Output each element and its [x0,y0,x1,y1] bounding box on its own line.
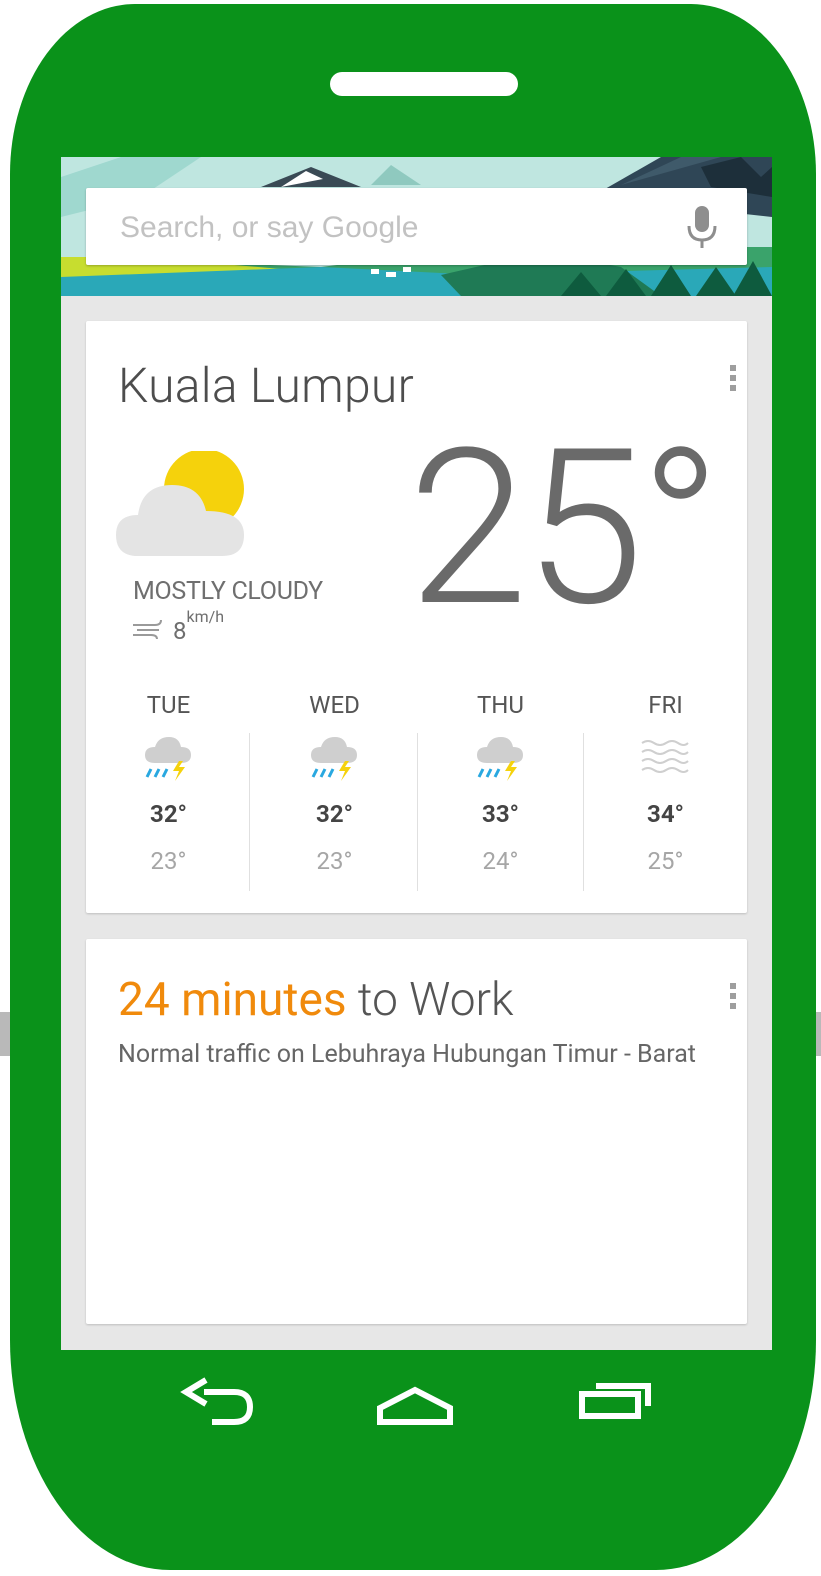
back-button-icon[interactable] [172,1370,262,1430]
thunderstorm-icon [145,737,191,781]
forecast-day[interactable]: TUE 32° 23° [86,689,251,889]
commute-destination: to Work [346,973,514,1027]
forecast-low: 24° [482,847,519,875]
weather-condition: MOSTLY CLOUDY [133,577,323,606]
forecast-low: 23° [150,847,187,875]
phone-screen: Kuala Lumpur 25° MOSTLY CLOUDY 8km/h TUE [61,157,772,1350]
forecast-high: 33° [482,800,519,828]
forecast-day-name: TUE [146,691,191,719]
current-temperature: 25° [408,402,721,655]
forecast-day[interactable]: THU 33° 24° [418,689,583,889]
landscape-banner [61,157,772,296]
weather-card[interactable]: Kuala Lumpur 25° MOSTLY CLOUDY 8km/h TUE [86,321,747,913]
wind-value: 8 [173,617,187,645]
forecast-day[interactable]: FRI 34° 25° [583,689,748,889]
forecast-high: 32° [316,800,353,828]
weather-city: Kuala Lumpur [118,357,415,414]
mostly-cloudy-icon [116,451,244,556]
phone-speaker [330,72,518,96]
commute-duration: 24 minutes [118,973,347,1027]
search-input[interactable] [118,188,662,267]
commute-title: 24 minutes to Work [118,973,514,1027]
commute-menu-icon[interactable] [729,983,737,1013]
forecast-day-name: FRI [648,691,683,719]
wind-unit: km/h [186,607,225,626]
wind-icon [133,619,162,639]
weather-menu-icon[interactable] [729,365,737,395]
commute-description: Normal traffic on Lebuhraya Hubungan Tim… [118,1040,696,1069]
forecast-day-name: WED [309,691,360,719]
forecast-low: 23° [316,847,353,875]
thunderstorm-icon [311,737,357,781]
forecast-day-name: THU [476,691,524,719]
forecast-low: 25° [647,847,684,875]
microphone-icon[interactable] [685,206,719,250]
recent-apps-button-icon[interactable] [570,1370,660,1430]
forecast-row: TUE 32° 23° WED 32° 23° THU 33° 24° FRI … [86,689,748,891]
search-bar[interactable] [86,188,747,267]
navigation-bar [0,1350,821,1460]
forecast-high: 34° [647,800,684,828]
forecast-divider [249,733,250,891]
forecast-day[interactable]: WED 32° 23° [252,689,417,889]
home-button-icon[interactable] [370,1370,460,1430]
haze-icon [641,740,689,773]
commute-card[interactable]: 24 minutes to Work Normal traffic on Leb… [86,939,747,1324]
forecast-high: 32° [150,800,187,828]
thunderstorm-icon [477,737,523,781]
